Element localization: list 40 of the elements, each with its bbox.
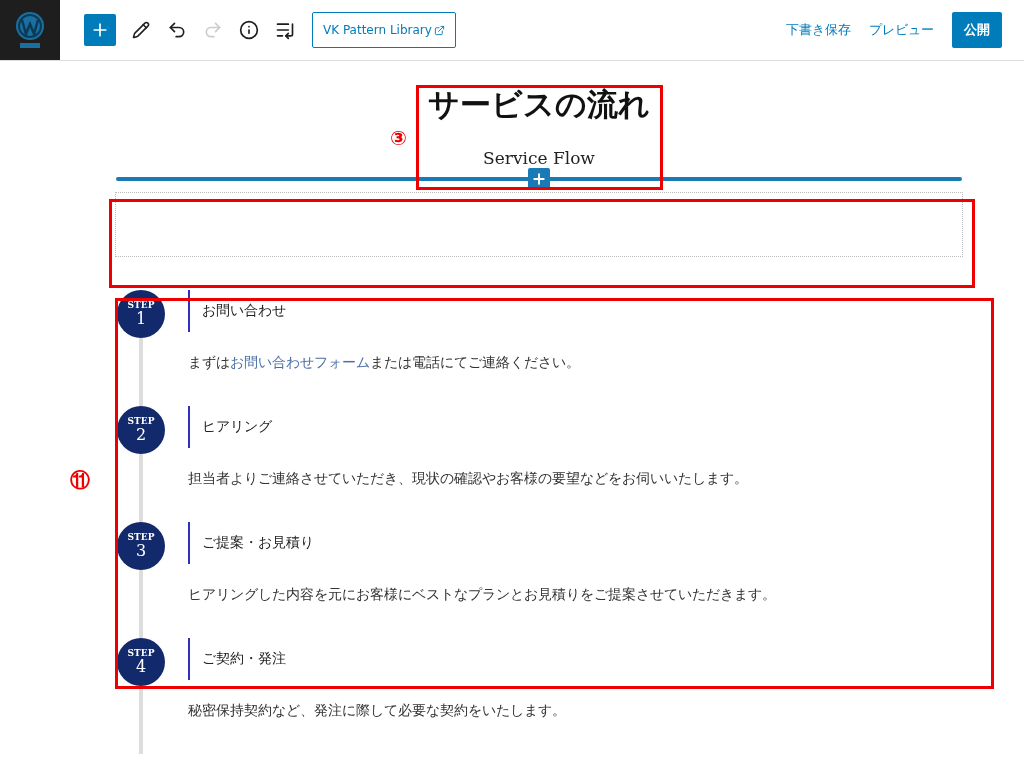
section-subtitle: Service Flow (483, 147, 595, 169)
step-title: ご契約・発注 (188, 638, 962, 680)
publish-button[interactable]: 公開 (952, 12, 1002, 48)
step-label: STEP (127, 416, 155, 426)
step-connector (139, 686, 143, 754)
step-label: STEP (127, 648, 155, 658)
step-label: STEP (127, 300, 155, 310)
step-description: まずはお問い合わせフォーム または電話にてご連絡ください。 (188, 353, 581, 372)
step-number: 4 (135, 658, 147, 676)
annotation-number: ③ (390, 127, 407, 149)
logo-tile[interactable] (0, 0, 60, 60)
step-description: 担当者よりご連絡させていただき、現状の確認やお客様の要望などをお伺いいたします。 (188, 469, 749, 488)
preview-button[interactable]: プレビュー (869, 21, 934, 39)
step-connector (139, 338, 143, 406)
step-title: ご提案・お見積り (188, 522, 962, 564)
info-icon (239, 20, 259, 40)
step-number: 3 (135, 542, 147, 560)
step-description: ヒアリングした内容を元にお客様にベストなプランとお見積りをご提案させていただきます。 (188, 585, 777, 604)
insert-block-button[interactable] (528, 168, 550, 190)
contact-form-link[interactable]: お問い合わせフォーム (230, 354, 370, 370)
section-title: サービスの流れ (428, 85, 650, 123)
empty-block[interactable] (115, 192, 963, 257)
redo-icon (203, 20, 223, 40)
step-number: 1 (135, 310, 147, 328)
step-connector (139, 570, 143, 638)
plus-icon (531, 171, 547, 187)
pattern-library-button[interactable]: VK Pattern Library (312, 12, 456, 48)
step-title: ヒアリング (188, 406, 962, 448)
step-title: お問い合わせ (188, 290, 962, 332)
save-draft-button[interactable]: 下書き保存 (786, 21, 851, 39)
step-label: STEP (127, 532, 155, 542)
step-description: 秘密保持契約など、発注に際して必要な契約をいたします。 (188, 701, 567, 720)
pencil-icon (132, 21, 150, 39)
add-block-button[interactable] (84, 14, 116, 46)
step-number: 2 (135, 426, 147, 444)
list-view-icon (275, 20, 295, 40)
annotation-number: ⑪ (70, 469, 90, 491)
step-connector (139, 454, 143, 522)
undo-icon (167, 20, 187, 40)
external-link-icon (433, 24, 445, 36)
